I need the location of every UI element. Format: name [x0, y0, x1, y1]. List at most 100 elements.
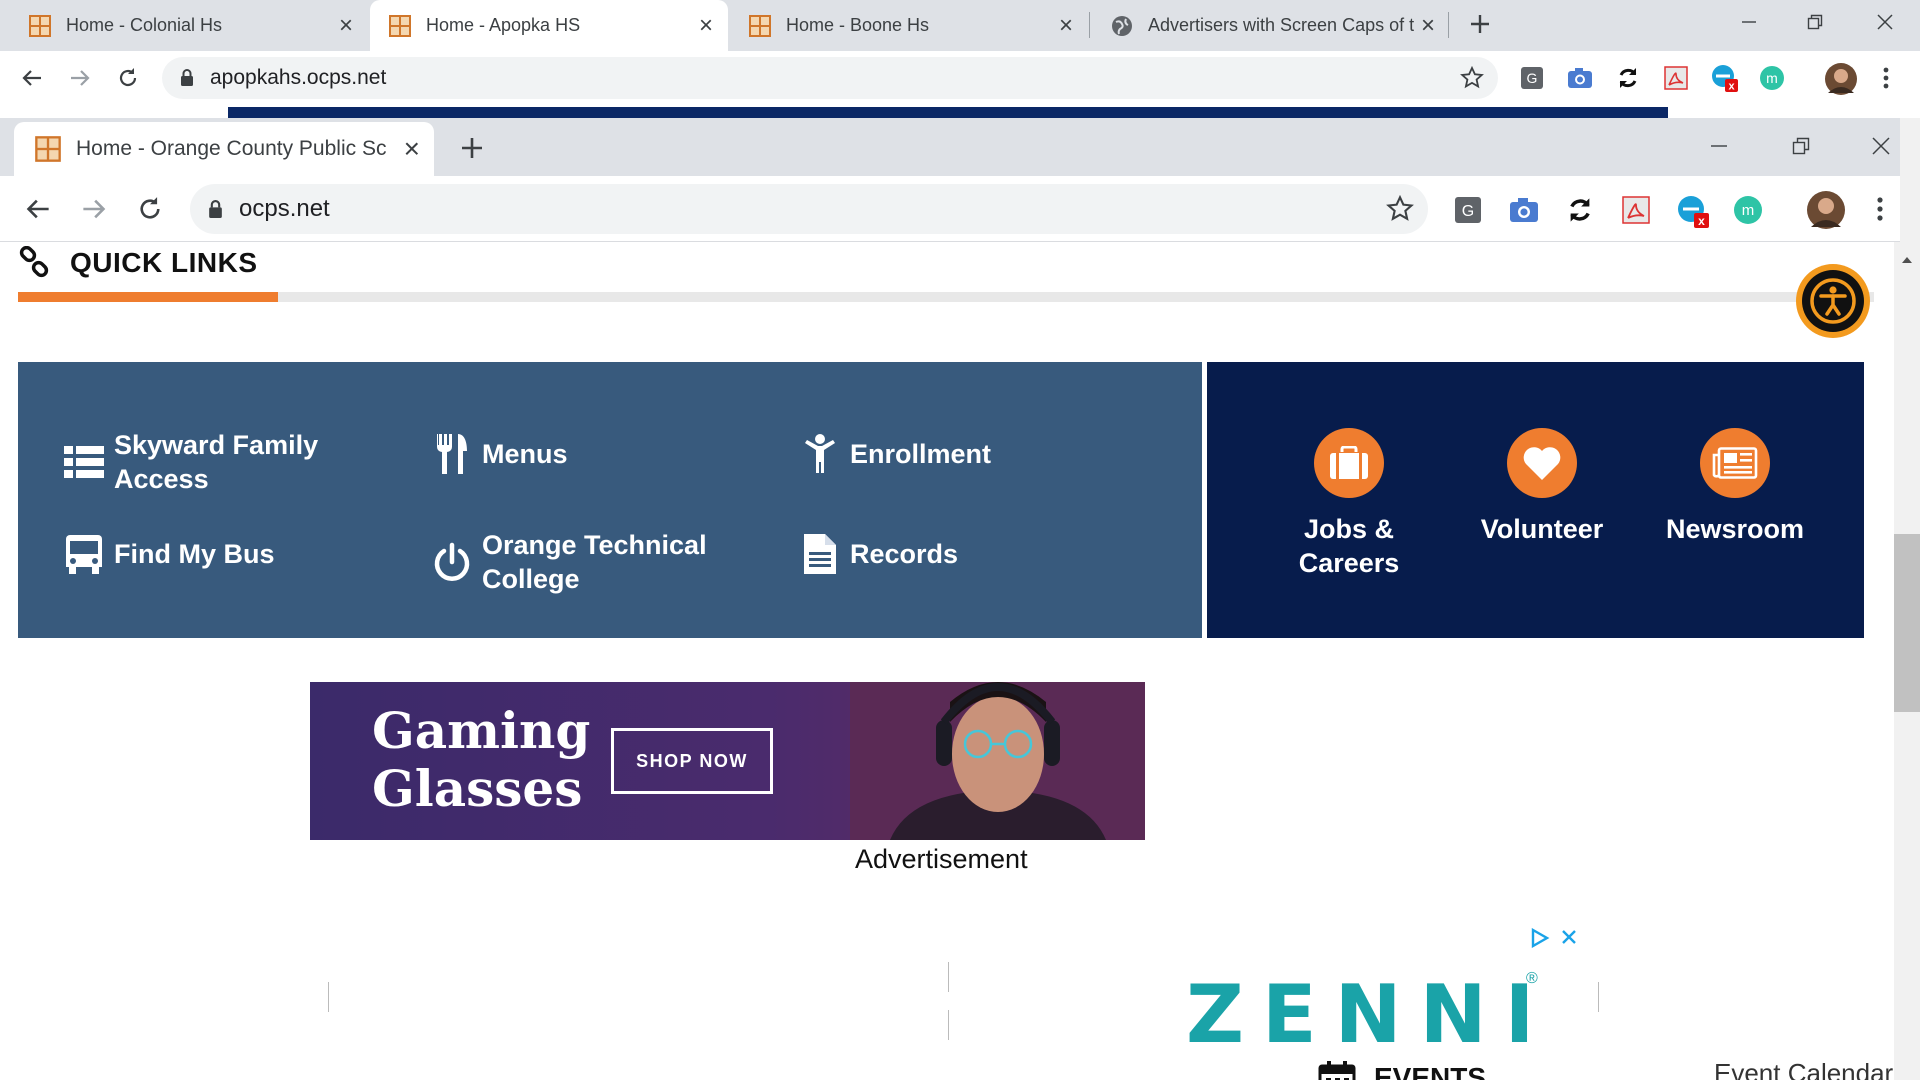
svg-text:x: x [1698, 214, 1705, 228]
tab-separator [1448, 12, 1449, 38]
link-label: Records [850, 539, 959, 569]
profile-avatar[interactable] [1806, 190, 1846, 230]
camera-extension-icon[interactable] [1508, 194, 1540, 226]
close-window-icon[interactable] [1856, 0, 1914, 44]
minimize-icon[interactable] [1690, 124, 1748, 168]
svg-text:G: G [1527, 70, 1538, 86]
sync-extension-icon[interactable] [1564, 194, 1596, 226]
tab-apopka[interactable]: Home - Apopka HS × [370, 0, 728, 51]
ad-choices[interactable] [1530, 928, 1578, 948]
document-icon [798, 532, 842, 576]
m-extension-icon[interactable]: m [1758, 64, 1786, 92]
forward-arrow-icon[interactable] [62, 60, 98, 96]
tab-title: Home - Apopka HS [426, 15, 581, 35]
link-chain-icon [19, 246, 49, 278]
close-tab-icon[interactable]: × [336, 13, 356, 37]
feature-label: Newsroom [1665, 514, 1805, 544]
link-enrollment[interactable]: Enrollment [798, 432, 991, 476]
feature-volunteer[interactable]: Volunteer [1452, 428, 1632, 546]
event-calendar-link[interactable]: Event Calendar [1714, 1058, 1893, 1080]
ad-choices-icon[interactable] [1530, 928, 1550, 948]
extension-blocked-icon[interactable]: x [1676, 194, 1712, 230]
quick-links-progress-fill [18, 292, 278, 302]
lock-icon [209, 199, 222, 218]
ad-banner[interactable]: Gaming Glasses SHOP NOW [310, 682, 1145, 840]
g-extension-icon[interactable]: G [1452, 194, 1484, 226]
camera-extension-icon[interactable] [1566, 64, 1594, 92]
new-tab-icon[interactable] [1462, 6, 1498, 42]
m-extension-icon[interactable]: m [1732, 194, 1764, 226]
zenni-logo[interactable]: ZENNI [1186, 968, 1552, 1061]
quick-links-header: QUICK LINKS [18, 246, 258, 280]
close-tab-icon[interactable]: × [404, 133, 420, 165]
page-content: QUICK LINKS Skyward Family Access Menus … [0, 242, 1900, 1080]
bus-icon [62, 532, 106, 576]
ad-close-icon[interactable] [1560, 928, 1578, 946]
scrollbar-thumb[interactable] [1894, 534, 1920, 712]
feature-newsroom[interactable]: Newsroom [1645, 428, 1825, 546]
tab-orange-county[interactable]: Home - Orange County Public Sc × [14, 122, 434, 176]
bookmark-star-icon[interactable] [1460, 66, 1484, 90]
inner-scrollbar[interactable] [1894, 242, 1920, 1080]
tab-title: Home - Boone Hs [786, 15, 930, 35]
link-orange-technical-college[interactable]: Orange Technical College [430, 528, 712, 596]
outer-address-bar[interactable]: apopkahs.ocps.net [162, 57, 1498, 99]
g-extension-icon[interactable]: G [1518, 64, 1546, 92]
close-tab-icon[interactable]: × [1418, 13, 1438, 37]
advertisement-label: Advertisement [855, 844, 1028, 874]
link-label: Find My Bus [114, 539, 275, 569]
feature-jobs-careers[interactable]: Jobs & Careers [1259, 428, 1439, 580]
restore-icon[interactable] [1786, 0, 1844, 44]
column-divider [1598, 982, 1599, 1012]
column-divider [948, 962, 949, 992]
restore-icon[interactable] [1772, 124, 1830, 168]
underlying-page-strip [228, 107, 1668, 118]
svg-text:m: m [1742, 202, 1755, 219]
bookmark-star-icon[interactable] [1386, 195, 1414, 223]
forward-arrow-icon[interactable] [76, 191, 112, 227]
extension-blocked-icon[interactable]: x [1710, 64, 1738, 93]
outer-toolbar: apopkahs.ocps.net G x m [0, 51, 1920, 105]
feature-links-panel: Jobs & Careers Volunteer Newsroom [1207, 362, 1864, 638]
list-icon [62, 440, 106, 484]
ad-shop-now-button[interactable]: SHOP NOW [611, 728, 773, 794]
minimize-icon[interactable] [1720, 0, 1778, 44]
link-find-my-bus[interactable]: Find My Bus [62, 532, 275, 576]
column-divider [948, 1010, 949, 1040]
menu-kebab-icon[interactable] [1872, 64, 1900, 92]
ocps-favicon [389, 14, 411, 37]
link-menus[interactable]: Menus [430, 432, 568, 476]
inner-address-bar[interactable]: ocps.net [190, 184, 1428, 234]
close-window-icon[interactable] [1852, 124, 1910, 168]
inner-toolbar: ocps.net G x m [0, 176, 1900, 242]
ad-headline-line: Gaming [372, 701, 591, 760]
pdf-extension-icon[interactable] [1620, 194, 1652, 226]
newspaper-icon [1700, 428, 1770, 498]
scroll-up-arrow-icon[interactable] [1894, 250, 1920, 270]
menu-kebab-icon[interactable] [1866, 195, 1894, 223]
reload-icon[interactable] [132, 191, 168, 227]
feature-label: Volunteer [1480, 514, 1604, 544]
tab-advertisers[interactable]: Advertisers with Screen Caps of t × [1092, 0, 1450, 51]
tab-boone[interactable]: Home - Boone Hs × [730, 0, 1088, 51]
link-records[interactable]: Records [798, 532, 958, 576]
new-tab-icon[interactable] [454, 130, 490, 166]
ocps-favicon [35, 136, 61, 162]
pdf-extension-icon[interactable] [1662, 64, 1690, 92]
events-header: EVENTS [1318, 1060, 1486, 1080]
profile-avatar[interactable] [1824, 62, 1858, 96]
link-skyward-family-access[interactable]: Skyward Family Access [62, 428, 344, 496]
inner-tab-strip: Home - Orange County Public Sc × [0, 118, 1900, 176]
accessibility-button[interactable] [1796, 264, 1870, 338]
svg-text:m: m [1766, 70, 1778, 86]
close-tab-icon[interactable]: × [696, 13, 716, 37]
close-tab-icon[interactable]: × [1056, 13, 1076, 37]
sync-extension-icon[interactable] [1614, 64, 1642, 92]
reload-icon[interactable] [110, 60, 146, 96]
tab-colonial[interactable]: Home - Colonial Hs × [10, 0, 368, 51]
back-arrow-icon[interactable] [20, 191, 56, 227]
quick-links-panel: Skyward Family Access Menus Enrollment F… [18, 362, 1202, 638]
svg-text:x: x [1728, 81, 1735, 93]
tab-title: Home - Colonial Hs [66, 15, 223, 35]
back-arrow-icon[interactable] [14, 60, 50, 96]
